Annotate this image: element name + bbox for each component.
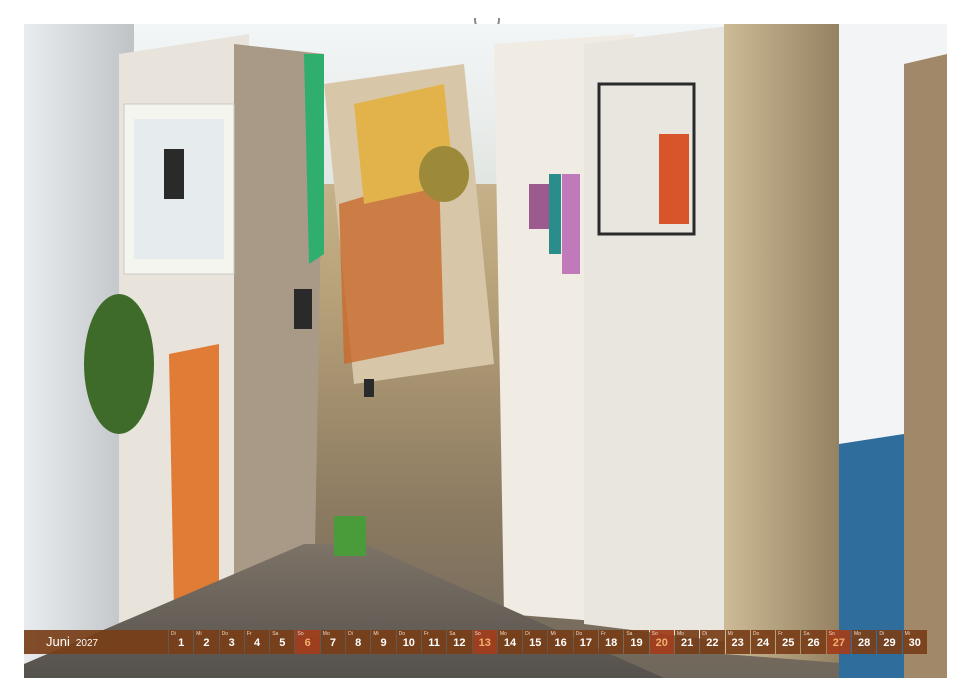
day-number: 7	[329, 637, 336, 649]
day-cell: Di 22	[700, 630, 725, 654]
day-number: 12	[453, 637, 466, 649]
day-cell: Mo 21	[674, 630, 700, 654]
month-name: Juni	[46, 634, 70, 649]
month-year: 2027	[75, 638, 99, 649]
day-cell: Mi 16	[548, 630, 573, 654]
day-cell: Mi 9	[371, 630, 396, 654]
day-number: 19	[630, 637, 643, 649]
day-number: 27	[832, 637, 845, 649]
day-cell: Di 8	[346, 630, 371, 654]
day-cell: Mi 30	[902, 630, 927, 654]
day-number: 10	[402, 637, 415, 649]
month-label: Juni 2027	[24, 630, 168, 654]
day-number: 15	[529, 637, 542, 649]
day-cell: Do 3	[219, 630, 244, 654]
day-cell: Di 1	[169, 630, 194, 654]
day-number: 28	[858, 637, 871, 649]
day-cell: Do 10	[396, 630, 421, 654]
day-number: 25	[782, 637, 795, 649]
day-cell: Mo 14	[497, 630, 523, 654]
day-cell: Di 15	[523, 630, 548, 654]
day-cell: Di 29	[877, 630, 902, 654]
day-number: 26	[807, 637, 820, 649]
day-cell: So 27	[826, 630, 852, 654]
day-number: 20	[655, 637, 668, 649]
day-cell: Sa 19	[624, 630, 649, 654]
day-cell: So 13	[472, 630, 497, 654]
day-number: 6	[304, 637, 311, 649]
day-number: 30	[908, 637, 921, 649]
day-cell: Fr 18	[599, 630, 624, 654]
day-number: 24	[756, 637, 770, 649]
day-number: 4	[253, 637, 261, 649]
day-cell: Mi 23	[725, 630, 750, 654]
day-number: 9	[380, 637, 387, 649]
day-cell: Fr 11	[421, 630, 447, 654]
day-number: 2	[203, 637, 210, 649]
day-strip: Di 1 Mi 2 Do 3 Fr 4 Sa 5 So 6 Mo 7 Di 8 Mi 9 Do 10 Fr 11 Sa 12 S…	[168, 630, 927, 654]
day-cell: Fr 4	[244, 630, 270, 654]
day-number: 8	[355, 637, 362, 649]
day-number: 16	[554, 637, 567, 649]
day-number: 3	[228, 637, 235, 649]
day-cell: Sa 5	[270, 630, 295, 654]
day-cell: Do 17	[573, 630, 599, 654]
day-cell: Do 24	[750, 630, 776, 654]
day-cell: Sa 12	[447, 630, 472, 654]
day-number: 23	[731, 637, 744, 649]
day-number: 21	[680, 637, 694, 649]
day-cell: So 20	[649, 630, 674, 654]
day-number: 29	[883, 637, 896, 649]
day-number: 14	[503, 637, 517, 649]
day-number: 1	[178, 637, 185, 649]
day-number: 5	[279, 637, 286, 649]
street-photo	[24, 24, 947, 678]
alley-illustration	[24, 24, 947, 678]
day-number: 17	[579, 637, 593, 649]
day-cell: Mo 7	[320, 630, 346, 654]
day-cell: So 6	[295, 630, 320, 654]
day-number: 11	[428, 637, 440, 649]
day-cell: Fr 25	[776, 630, 801, 654]
day-number: 13	[478, 637, 491, 649]
day-cell: Sa 26	[801, 630, 826, 654]
day-number: 22	[706, 637, 719, 649]
day-cell: Mi 2	[194, 630, 219, 654]
day-cell: Mo 28	[852, 630, 877, 654]
day-number: 18	[605, 637, 618, 649]
calendar-bar: Juni 2027 Di 1 Mi 2 Do 3 Fr 4 Sa 5 So 6 Mo 7 Di 8 Mi 9 Do 1…	[24, 630, 927, 654]
